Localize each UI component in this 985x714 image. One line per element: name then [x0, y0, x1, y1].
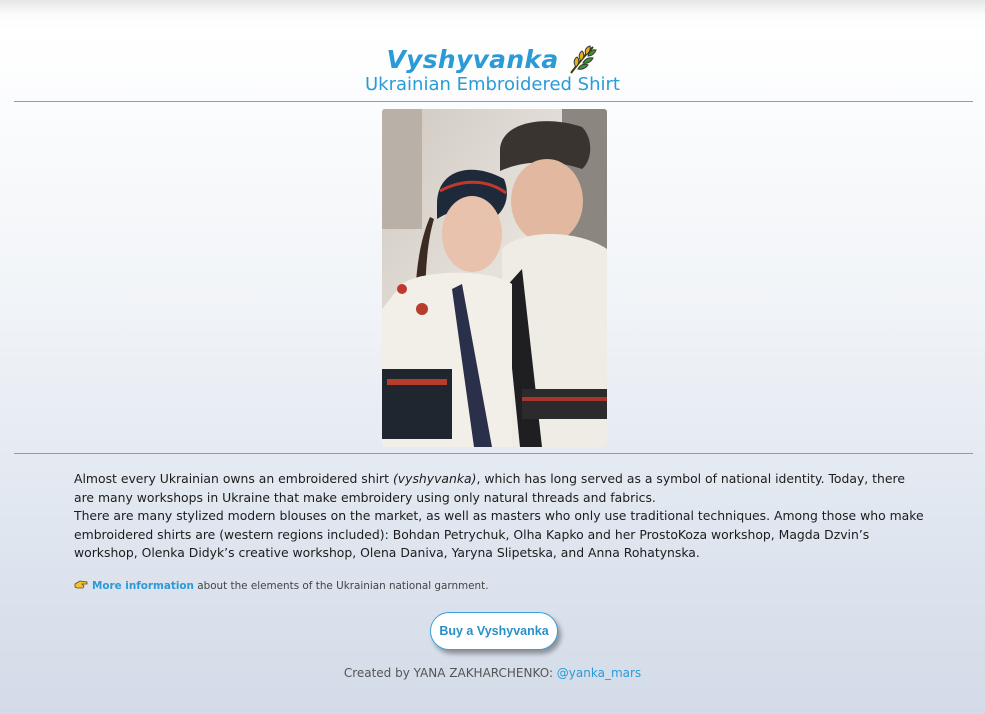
buy-vyshyvanka-button[interactable]: Buy a Vyshyvanka: [430, 612, 558, 650]
couple-photo: [382, 109, 607, 447]
more-info-rest: about the elements of the Ukrainian nati…: [193, 580, 489, 592]
footer-credit: Created by YANA ZAKHARCHENKO: @yanka_mar…: [0, 666, 985, 680]
paragraph-1-start: Almost every Ukrainian owns an embroider…: [74, 471, 393, 486]
page-header: Vyshyvanka Ukrainian Embroidered Shirt: [0, 0, 985, 96]
footer-prefix: Created by YANA ZAKHARCHENKO:: [343, 666, 557, 680]
divider-top: [14, 101, 973, 102]
page-subtitle: Ukrainian Embroidered Shirt: [365, 74, 620, 95]
pointing-hand-icon: [74, 579, 88, 593]
paragraph-1: Almost every Ukrainian owns an embroider…: [74, 470, 924, 507]
author-handle-link[interactable]: @yanka_mars: [557, 666, 641, 680]
more-info-line: More information about the elements of t…: [74, 579, 489, 593]
wheat-icon: [567, 43, 599, 75]
article-text: Almost every Ukrainian owns an embroider…: [74, 470, 924, 563]
title-row: Vyshyvanka: [0, 44, 985, 74]
page-title: Vyshyvanka: [386, 44, 559, 74]
more-information-link[interactable]: More information: [92, 580, 194, 592]
more-info-text: More information about the elements of t…: [92, 580, 489, 592]
divider-bottom: [14, 453, 973, 454]
vyshyvanka-term: (vyshyvanka): [392, 471, 477, 486]
paragraph-2: There are many stylized modern blouses o…: [74, 508, 924, 560]
